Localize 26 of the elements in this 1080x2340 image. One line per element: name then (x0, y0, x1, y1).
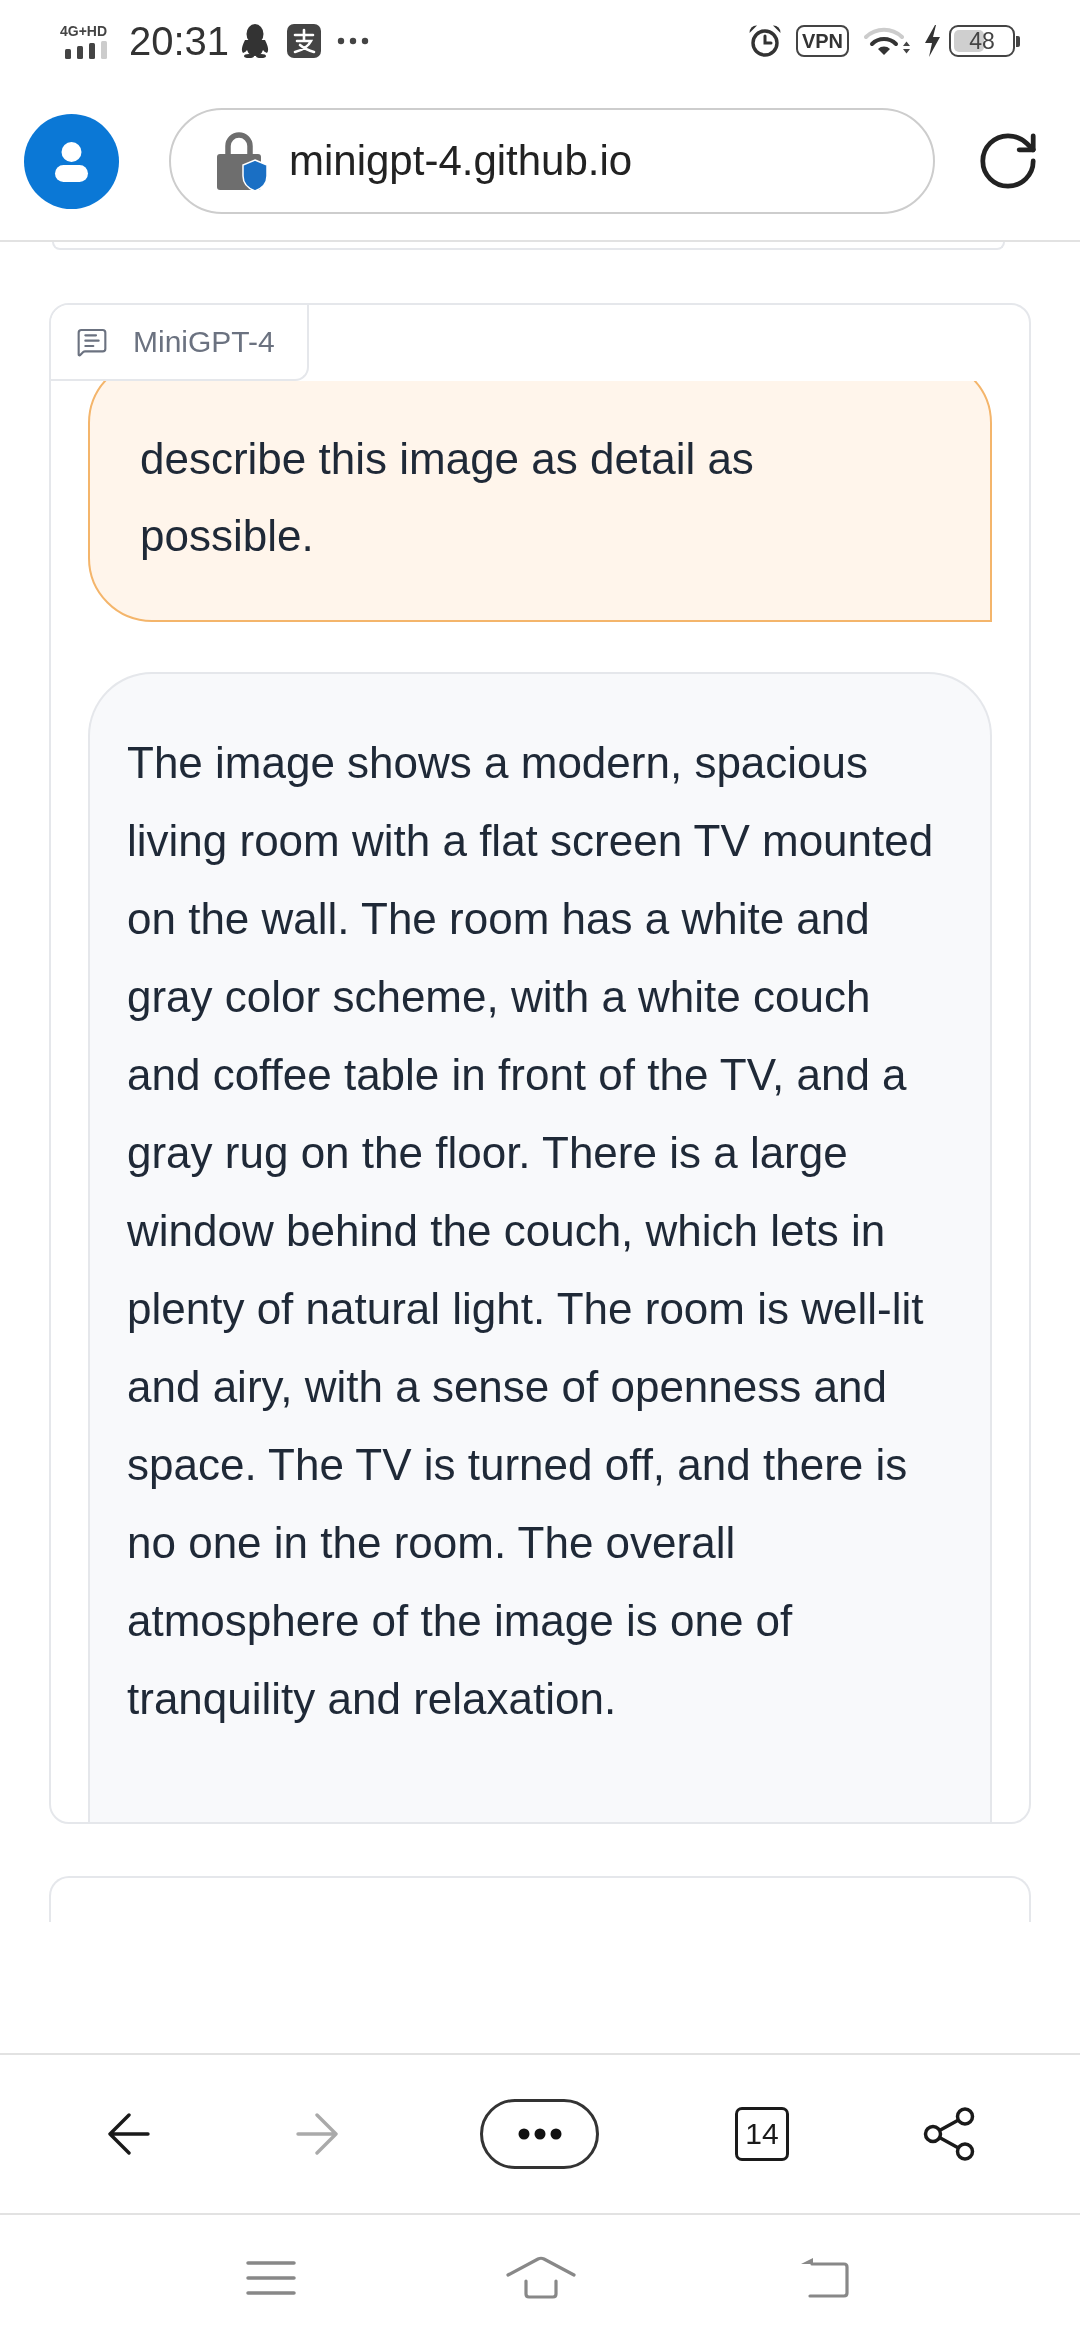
wifi-icon (864, 25, 910, 57)
signal-icon (65, 40, 109, 59)
share-icon[interactable] (923, 2107, 975, 2161)
user-message: describe this image as detail as possible. (88, 381, 992, 622)
bot-message: The image shows a modern, spacious living room with a flat screen TV mounted on the wall. The room has a white and gray color scheme, with a white couch and coffee table in front of the TV, and a gray rug on the floor. There is a large window behind the couch, which lets in plenty of natural light. The room is well-lit and airy, with a sense of openness and space. The TV is turned off, and there is no one in the room. The overall atmosphere of the image is one of tranquility and relaxation. (88, 672, 992, 1822)
status-time: 20:31 (129, 21, 230, 61)
dots-icon (337, 37, 370, 45)
menu-icon[interactable] (246, 2259, 296, 2296)
network-type-label: 4G+HD (60, 23, 108, 38)
profile-avatar-icon[interactable] (24, 113, 119, 209)
chatbot-title: MiniGPT-4 (133, 327, 275, 357)
url-field[interactable]: minigpt-4.github.io (169, 108, 935, 214)
back-arrow-icon[interactable] (108, 2113, 150, 2155)
charging-bolt-icon (923, 25, 942, 57)
home-icon[interactable] (505, 2255, 577, 2300)
app-logo-icon (287, 24, 322, 58)
alarm-clock-icon (747, 24, 782, 58)
battery-level-text: 48 (969, 29, 995, 53)
chat-icon (76, 326, 108, 358)
penguin-icon (240, 24, 271, 58)
reload-icon[interactable] (980, 133, 1036, 189)
lock-shield-icon (216, 130, 268, 192)
menu-button[interactable] (480, 2099, 599, 2169)
tabs-button[interactable]: 14 (735, 2107, 789, 2161)
vpn-indicator: VPN (795, 25, 849, 57)
more-dots-icon (517, 2128, 562, 2140)
